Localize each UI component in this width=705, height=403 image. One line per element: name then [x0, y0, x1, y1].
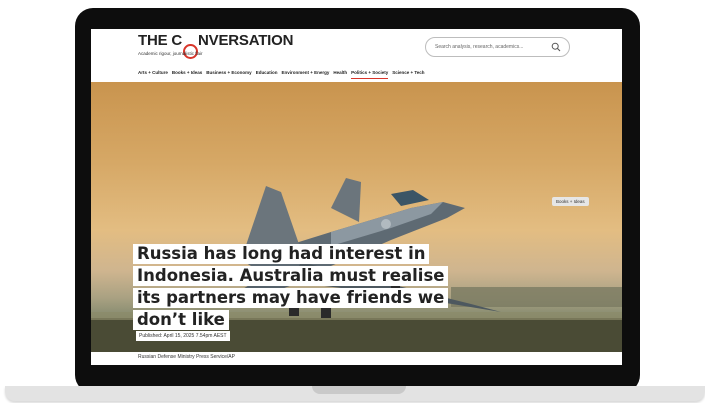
- distant-hangars: [451, 287, 622, 307]
- search-icon[interactable]: [551, 42, 561, 52]
- nav-item-science-tech[interactable]: Science + Tech: [392, 70, 424, 79]
- nav-item-arts-culture[interactable]: Arts + Culture: [138, 70, 168, 79]
- main-nav: Arts + Culture Books + Ideas Business + …: [138, 70, 425, 79]
- image-caption: Russian Defense Ministry Press Service/A…: [138, 354, 235, 360]
- headline-line: its partners may have friends we: [133, 288, 449, 308]
- article-headline: Russia has long had interest in Indonesi…: [133, 244, 449, 332]
- category-tag[interactable]: Books + Ideas: [552, 197, 589, 206]
- search-placeholder: Search analysis, research, academics...: [435, 44, 524, 50]
- nav-item-health[interactable]: Health: [333, 70, 347, 79]
- nav-item-education[interactable]: Education: [256, 70, 278, 79]
- nav-item-politics-society[interactable]: Politics + Society: [351, 70, 389, 79]
- site-tagline: Academic rigour, journalistic flair: [138, 51, 203, 56]
- nav-item-books-ideas[interactable]: Books + Ideas: [172, 70, 202, 79]
- headline-line: don’t like: [133, 310, 229, 330]
- logo-text-end: NVERSATION: [198, 32, 294, 49]
- headline-line: Russia has long had interest in: [133, 244, 430, 264]
- published-date: Published: April 15, 2025 7.54pm AEST: [136, 331, 230, 341]
- logo-text-start: THE C: [138, 32, 183, 49]
- nav-item-business-economy[interactable]: Business + Economy: [206, 70, 251, 79]
- nav-item-environment-energy[interactable]: Environment + Energy: [281, 70, 329, 79]
- headline-line: Indonesia. Australia must realise: [133, 266, 449, 286]
- laptop-base-notch: [312, 386, 406, 394]
- browser-screen: THE CONVERSATION Academic rigour, journa…: [91, 29, 622, 365]
- search-input[interactable]: Search analysis, research, academics...: [425, 37, 570, 57]
